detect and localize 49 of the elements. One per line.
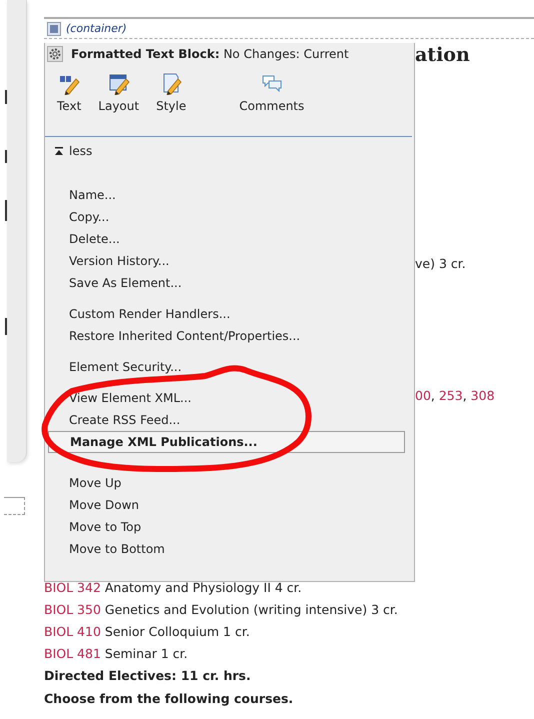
menu-item[interactable]: View Element XML... (48, 387, 405, 409)
course-link[interactable]: BIOL 342 (44, 580, 101, 595)
menu-item[interactable]: Element Security... (48, 356, 405, 378)
course-line: BIOL 481 Seminar 1 cr. (44, 645, 189, 663)
menu-item[interactable]: Custom Render Handlers... (48, 303, 405, 325)
section-heading: Choose from the following courses. (44, 690, 294, 708)
course-link[interactable]: 00 (415, 388, 431, 403)
edge-mark (5, 90, 7, 104)
settings-icon[interactable] (47, 46, 63, 62)
toolbar-button[interactable]: Comments (235, 73, 308, 136)
menu-item[interactable]: Version History... (48, 250, 405, 272)
menu-item[interactable]: Save As Element... (48, 272, 405, 294)
menu-item[interactable]: Manage XML Publications... (48, 431, 405, 453)
course-line: BIOL 410 Senior Colloquium 1 cr. (44, 623, 251, 641)
menu-item[interactable]: Move to Top (48, 516, 405, 538)
edge-mark (5, 150, 7, 163)
toolbar-button[interactable]: Text (53, 73, 86, 136)
menu-item[interactable]: Copy... (48, 206, 405, 228)
page-heading: ation (415, 43, 471, 67)
page-text: , (430, 388, 436, 403)
container-label: (container) (66, 22, 127, 35)
toolbar-button[interactable]: Style (152, 73, 190, 136)
course-line: BIOL 350 Genetics and Evolution (writing intensive) 3 cr. (44, 601, 399, 619)
course-link[interactable]: BIOL 350 (44, 602, 101, 617)
menu-item[interactable]: Move Down (48, 494, 405, 516)
pencil-icon (58, 73, 80, 95)
menu-item[interactable]: Create RSS Feed... (48, 409, 405, 431)
menu-item[interactable]: Move to Bottom (48, 538, 405, 560)
page-text: , (462, 388, 468, 403)
less-toggle[interactable]: less (55, 144, 92, 158)
page-text: ve) 3 cr. (415, 256, 466, 271)
course-link[interactable]: BIOL 481 (44, 646, 101, 661)
speech-bubbles-icon (260, 73, 283, 95)
menu-item[interactable]: Restore Inherited Content/Properties... (48, 325, 405, 347)
menu-item[interactable]: Delete... (48, 228, 405, 250)
course-link[interactable]: BIOL 410 (44, 624, 101, 639)
edge-mark (5, 318, 7, 335)
menu-item[interactable]: Move Up (48, 472, 405, 494)
course-link[interactable]: 308 (470, 388, 495, 403)
container-icon[interactable] (47, 22, 61, 36)
edge-mark (5, 200, 7, 221)
menu-title: Formatted Text Block: No Changes: Current (71, 47, 349, 61)
collapse-icon (55, 147, 63, 155)
menu-item[interactable]: Name... (48, 184, 405, 206)
toolbar-button[interactable]: Layout (94, 73, 144, 136)
course-link[interactable]: 253 (438, 388, 463, 403)
window-pencil-icon (108, 73, 130, 95)
dashed-box (4, 497, 25, 515)
section-heading: Directed Electives: 11 cr. hrs. (44, 667, 252, 685)
